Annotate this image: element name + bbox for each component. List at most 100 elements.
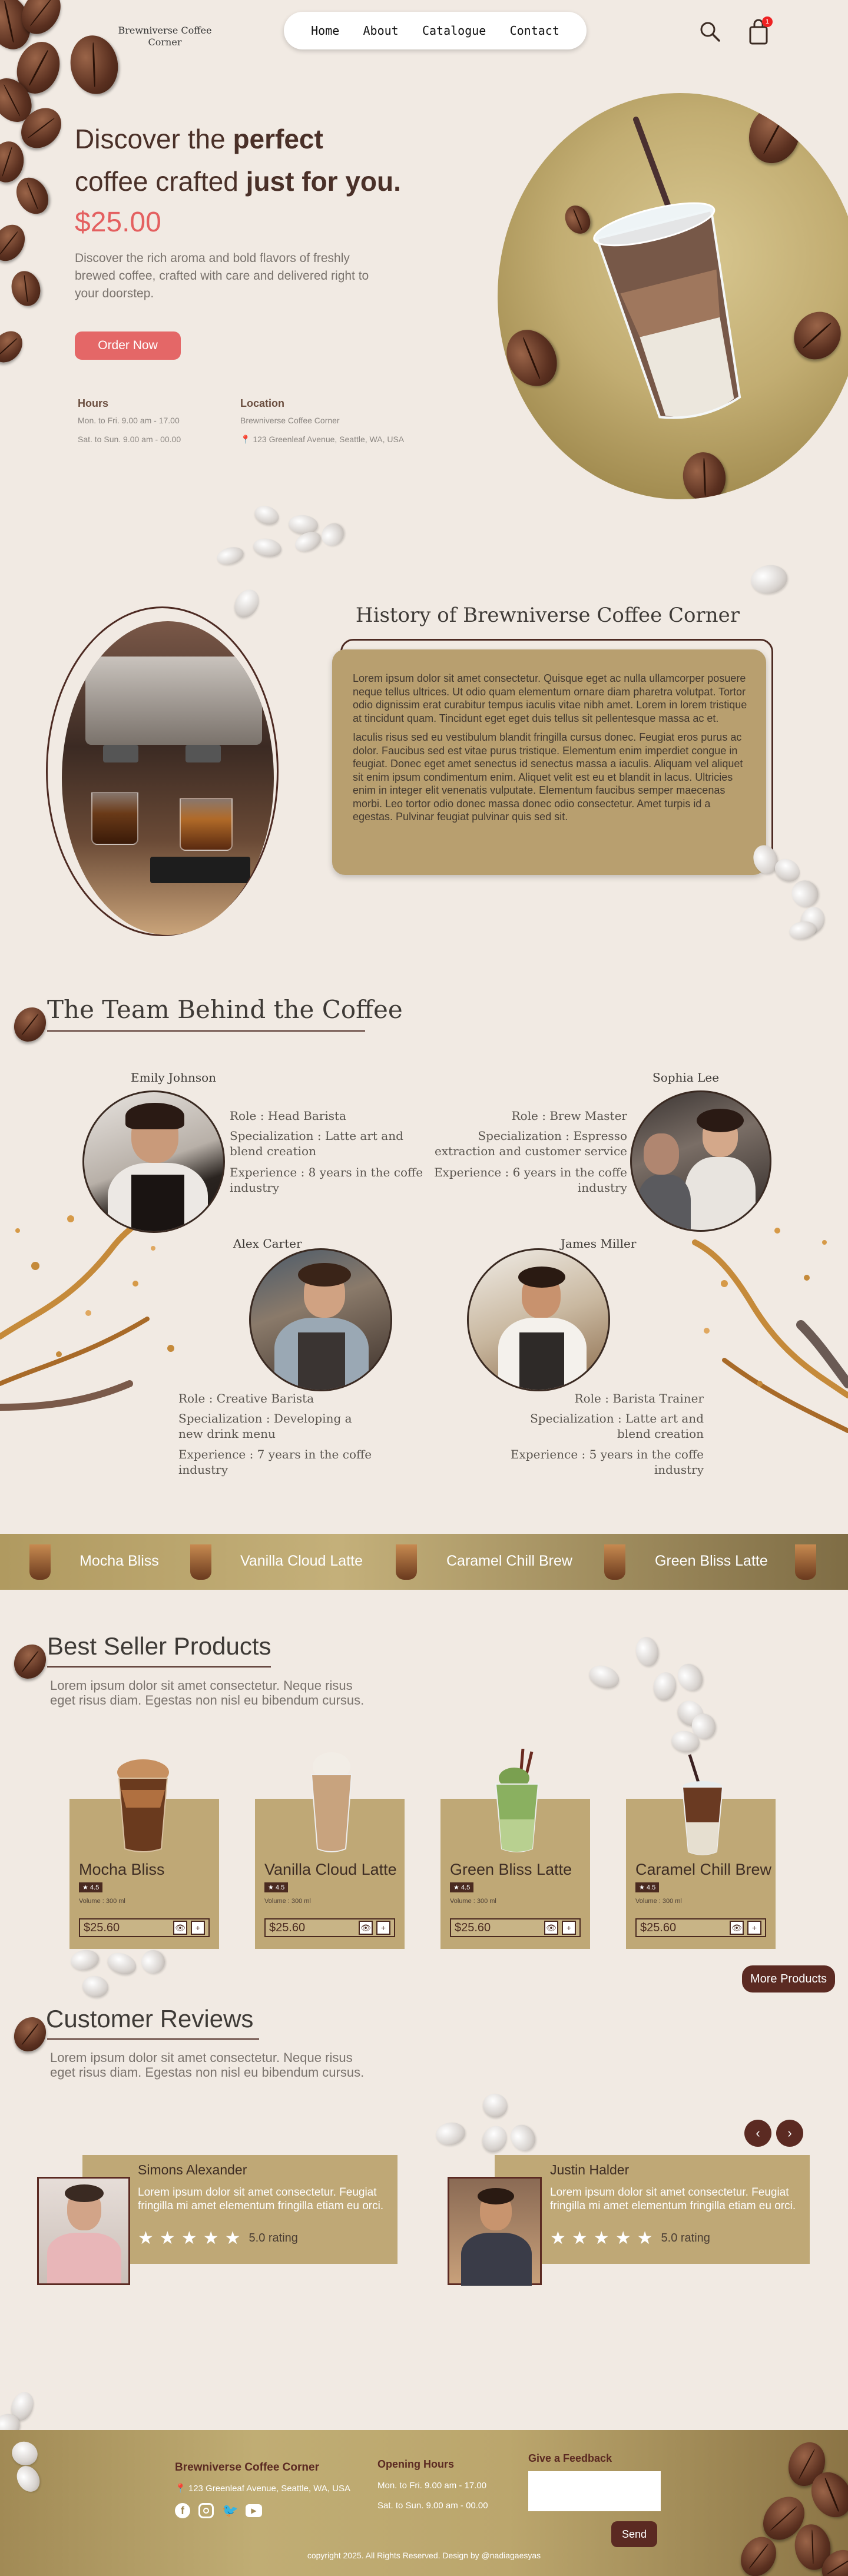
drink-icon <box>604 1544 625 1580</box>
feedback-title: Give a Feedback <box>528 2452 612 2464</box>
price-box: $25.60 👁 + <box>635 1918 766 1937</box>
pin-icon: 📍 <box>240 435 251 444</box>
member-specialization: Specialization : Latte art and blend cre… <box>230 1129 403 1158</box>
star-icon: ★ <box>637 2229 653 2248</box>
view-icon[interactable]: 👁 <box>544 1921 558 1935</box>
footer-brand: Brewniverse Coffee Corner <box>175 2461 319 2474</box>
white-bean-decoration <box>651 1670 678 1702</box>
member-experience: Experience : 6 years in the coffe indust… <box>433 1165 627 1195</box>
coffee-bean-decoration <box>8 267 44 310</box>
location-name: Brewniverse Coffee Corner <box>240 416 340 425</box>
green-bliss-latte-image <box>495 1749 539 1852</box>
instagram-icon[interactable] <box>198 2503 214 2518</box>
rating-badge: ★ 4.5 <box>635 1882 660 1892</box>
white-bean-decoration <box>104 1949 140 1978</box>
more-products-button[interactable]: More Products <box>742 1965 835 1992</box>
prev-review-button[interactable]: ‹ <box>744 2120 771 2147</box>
nav-catalogue[interactable]: Catalogue <box>422 24 486 38</box>
product-card[interactable]: Vanilla Cloud Latte ★ 4.5 Volume : 300 m… <box>255 1752 405 1949</box>
star-icon: ★ <box>224 2229 241 2248</box>
history-paragraph-1: Lorem ipsum dolor sit amet consectetur. … <box>353 672 747 724</box>
brand-name-line1: Brewniverse Coffee <box>118 25 212 36</box>
member-name: James Miller <box>561 1236 637 1251</box>
footer-hours-weekday: Mon. to Fri. 9.00 am - 17.00 <box>377 2481 487 2491</box>
product-volume: Volume : 300 ml <box>264 1898 311 1905</box>
search-icon[interactable] <box>698 20 722 44</box>
star-icon: ★ <box>203 2229 219 2248</box>
white-bean-decoration <box>69 1948 101 1972</box>
add-to-cart-icon[interactable]: + <box>376 1921 390 1935</box>
vanilla-cloud-latte-image <box>310 1752 353 1852</box>
view-icon[interactable]: 👁 <box>730 1921 744 1935</box>
team-title: The Team Behind the Coffee <box>47 995 403 1024</box>
reviews-title: Customer Reviews <box>46 2005 254 2033</box>
product-marquee: Mocha Bliss Vanilla Cloud Latte Caramel … <box>0 1534 848 1590</box>
white-bean-decoration <box>633 1635 661 1668</box>
nav-contact[interactable]: Contact <box>510 24 559 38</box>
footer: Brewniverse Coffee Corner 📍 123 Greenlea… <box>0 2430 848 2576</box>
drink-icon <box>795 1544 816 1580</box>
member-specialization: Specialization : Latte art and blend cre… <box>530 1411 704 1441</box>
view-icon[interactable]: 👁 <box>173 1921 187 1935</box>
star-icon: ★ <box>550 2229 566 2248</box>
white-bean-decoration <box>81 1974 110 2000</box>
facebook-icon[interactable]: f <box>175 2503 190 2518</box>
add-to-cart-icon[interactable]: + <box>747 1921 761 1935</box>
history-paragraph-2: Iaculis risus sed eu vestibulum blandit … <box>353 731 743 823</box>
view-icon[interactable]: 👁 <box>359 1921 373 1935</box>
product-card[interactable]: Caramel Chill Brew ★ 4.5 Volume : 300 ml… <box>626 1754 776 1949</box>
brand-name-line2: Corner <box>148 37 182 48</box>
member-specialization: Specialization : Espresso extraction and… <box>434 1129 627 1158</box>
footer-hours-weekend: Sat. to Sun. 9.00 am - 00.00 <box>377 2501 488 2511</box>
product-price: $25.60 <box>84 1921 120 1934</box>
cart-icon[interactable]: 1 <box>747 16 773 46</box>
member-avatar <box>82 1090 225 1233</box>
member-name: Sophia Lee <box>652 1070 720 1085</box>
history-title: History of Brewniverse Coffee Corner <box>355 604 740 627</box>
product-volume: Volume : 300 ml <box>79 1898 125 1905</box>
youtube-icon[interactable]: ▶ <box>246 2504 262 2517</box>
drink-icon <box>396 1544 417 1580</box>
member-role: Role : Brew Master <box>511 1109 627 1123</box>
member-experience: Experience : 7 years in the coffe indust… <box>178 1447 372 1477</box>
feedback-input[interactable] <box>528 2471 661 2511</box>
product-name: Vanilla Cloud Latte <box>264 1861 397 1878</box>
product-card[interactable]: Mocha Bliss ★ 4.5 Volume : 300 ml $25.60… <box>69 1759 219 1949</box>
brand-logo[interactable]: Brewniverse Coffee Corner <box>112 25 218 48</box>
nav-about[interactable]: About <box>363 24 399 38</box>
coffee-bean-decoration <box>784 302 848 369</box>
member-name: Emily Johnson <box>131 1070 217 1085</box>
member-avatar <box>630 1090 771 1232</box>
product-volume: Volume : 300 ml <box>635 1898 682 1905</box>
reviewer-photo <box>448 2177 542 2286</box>
twitter-icon[interactable]: 🐦 <box>222 2503 238 2518</box>
next-review-button[interactable]: › <box>776 2120 803 2147</box>
product-volume: Volume : 300 ml <box>450 1898 496 1905</box>
white-bean-decoration <box>252 502 281 528</box>
add-to-cart-icon[interactable]: + <box>562 1921 576 1935</box>
marquee-item: Vanilla Cloud Latte <box>240 1553 363 1569</box>
rating-value: 5.0 rating <box>661 2232 710 2245</box>
products-subtitle: Lorem ipsum dolor sit amet consectetur. … <box>50 1678 365 1708</box>
product-card[interactable]: Green Bliss Latte ★ 4.5 Volume : 300 ml … <box>440 1749 590 1949</box>
product-price: $25.60 <box>455 1921 491 1934</box>
price-box: $25.60 👁 + <box>79 1918 210 1937</box>
hero-headline-2: coffee crafted <box>75 166 246 197</box>
location-title: Location <box>240 397 284 409</box>
pin-icon: 📍 <box>175 2484 186 2494</box>
nav-home[interactable]: Home <box>311 24 339 38</box>
coffee-bean-icon <box>8 1639 52 1685</box>
coffee-bean-decoration <box>0 138 27 185</box>
star-icon: ★ <box>159 2229 175 2248</box>
marquee-item: Caramel Chill Brew <box>446 1553 572 1569</box>
white-bean-decoration <box>506 2120 540 2156</box>
location-address: 123 Greenleaf Avenue, Seattle, WA, USA <box>253 435 405 444</box>
coffee-bean-decoration <box>0 218 31 267</box>
iced-coffee-image <box>593 117 741 419</box>
hours-block: Hours Mon. to Fri. 9.00 am - 17.00 Sat. … <box>78 397 213 449</box>
product-name: Mocha Bliss <box>79 1861 165 1878</box>
order-now-button[interactable]: Order Now <box>75 331 181 360</box>
add-to-cart-icon[interactable]: + <box>191 1921 205 1935</box>
send-button[interactable]: Send <box>611 2521 657 2547</box>
footer-address: 123 Greenleaf Avenue, Seattle, WA, USA <box>188 2484 351 2494</box>
